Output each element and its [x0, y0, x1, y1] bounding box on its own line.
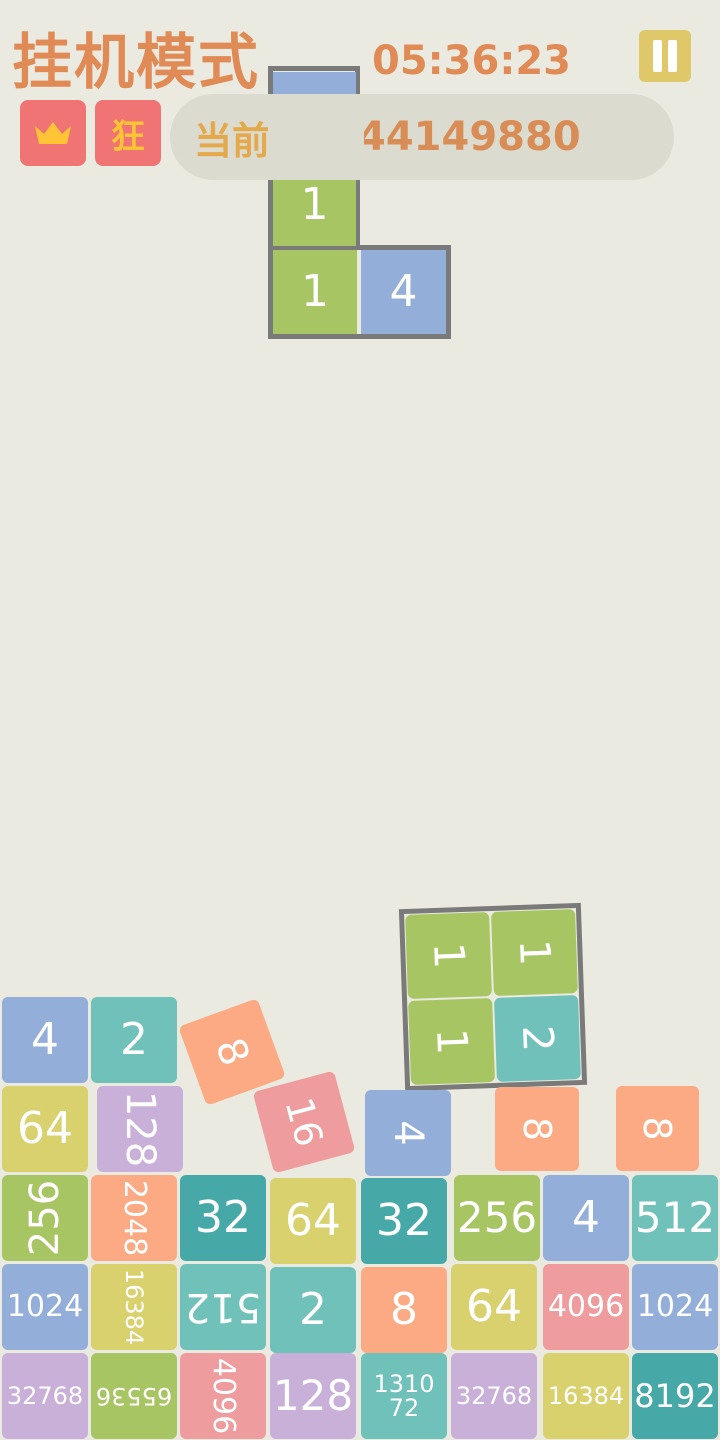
board-tile: 4	[543, 1175, 629, 1261]
pause-button[interactable]	[639, 30, 691, 82]
floating-tile: 1	[405, 912, 492, 999]
loose-tile: 16	[252, 1070, 356, 1174]
floating-tile: 2	[494, 995, 581, 1082]
board-tile: 16384	[543, 1353, 629, 1439]
board-tile: 1024	[2, 1264, 88, 1350]
board-tile: 32768	[451, 1353, 537, 1439]
board-tile: 64	[270, 1178, 356, 1264]
board-tile: 16384	[91, 1264, 177, 1350]
score-value: 44149880	[358, 114, 581, 160]
loose-tile: 4	[365, 1090, 451, 1176]
board-tile: 4096	[180, 1353, 266, 1439]
board-tile: 4096	[543, 1264, 629, 1350]
board-tile: 8192	[632, 1353, 718, 1439]
board-tile: 65536	[91, 1353, 177, 1439]
board-tile: 64	[451, 1264, 537, 1350]
board-tile: 512	[180, 1264, 266, 1350]
board-tile: 64	[2, 1086, 88, 1172]
mode-title: 挂机模式	[12, 28, 260, 98]
game-timer: 05:36:23	[372, 38, 571, 84]
board-tile: 256	[454, 1175, 540, 1261]
board-tile: 128	[270, 1353, 356, 1439]
board-tile: 32	[180, 1175, 266, 1261]
board-tile: 4	[2, 997, 88, 1083]
pause-icon	[653, 40, 662, 72]
loose-tile: 8	[495, 1087, 579, 1171]
loose-tile: 8	[616, 1086, 699, 1171]
frenzy-badge[interactable]: 狂	[95, 100, 161, 166]
board-tile: 8	[361, 1267, 447, 1353]
board-tile: 131072	[361, 1353, 447, 1439]
board-tile: 2	[270, 1267, 356, 1353]
board-tile: 32768	[2, 1353, 88, 1439]
board-tile: 2	[91, 997, 177, 1083]
board-tile: 2048	[91, 1175, 177, 1261]
falling-tile	[273, 72, 356, 96]
board-tile: 1024	[632, 1264, 718, 1350]
board-tile: 128	[97, 1086, 183, 1172]
board-tile: 32	[361, 1178, 447, 1264]
falling-tile: 4	[361, 250, 446, 334]
frenzy-label: 狂	[111, 116, 145, 157]
crown-icon	[35, 122, 71, 144]
score-panel: 当前得分 44149880	[170, 94, 674, 180]
falling-tile: 1	[273, 250, 357, 334]
crown-badge[interactable]	[20, 100, 86, 166]
floating-tile: 1	[491, 909, 578, 996]
floating-tile: 1	[408, 998, 495, 1085]
floating-piece: 1 1 1 2	[398, 902, 588, 1092]
board-tile: 512	[632, 1175, 718, 1261]
board-tile: 256	[2, 1175, 88, 1261]
